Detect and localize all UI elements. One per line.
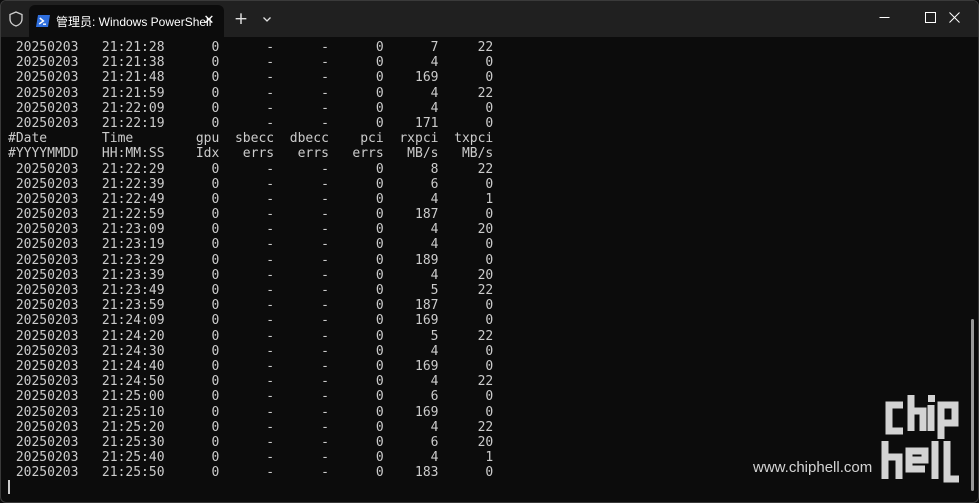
terminal-line: 20250203 21:22:39 0 - - 0 6 0 <box>8 176 494 192</box>
watermark: www.chiphell.com <box>753 387 969 495</box>
scrollbar-thumb[interactable] <box>971 319 974 491</box>
terminal-line: #YYYYMMDD HH:MM:SS Idx errs errs errs MB… <box>8 146 494 162</box>
terminal-line: 20250203 21:24:09 0 - - 0 169 0 <box>8 313 494 329</box>
terminal-line: 20250203 21:22:09 0 - - 0 4 0 <box>8 100 494 116</box>
chevron-down-icon[interactable] <box>259 11 275 27</box>
tab-powershell[interactable]: 管理员: Windows PowerShell ✕ <box>29 5 224 37</box>
terminal-line: 20250203 21:22:19 0 - - 0 171 0 <box>8 115 494 131</box>
terminal-line: 20250203 21:23:59 0 - - 0 187 0 <box>8 298 494 314</box>
shield-icon <box>9 11 23 27</box>
terminal-line: 20250203 21:24:40 0 - - 0 169 0 <box>8 358 494 374</box>
terminal-line: 20250203 21:23:19 0 - - 0 4 0 <box>8 237 494 253</box>
powershell-icon <box>36 15 50 27</box>
terminal-line: 20250203 21:25:10 0 - - 0 169 0 <box>8 404 494 420</box>
terminal-line: 20250203 21:21:38 0 - - 0 4 0 <box>8 55 494 71</box>
terminal-line: 20250203 21:24:20 0 - - 0 5 22 <box>8 328 494 344</box>
terminal-line: 20250203 21:25:30 0 - - 0 6 20 <box>8 434 494 450</box>
plus-icon[interactable]: + <box>232 10 250 28</box>
terminal-output[interactable]: 20250203 21:21:28 0 - - 0 7 22 20250203 … <box>8 40 493 496</box>
terminal-line: 20250203 21:23:39 0 - - 0 4 20 <box>8 267 494 283</box>
terminal-line: 20250203 21:22:29 0 - - 0 8 22 <box>8 161 494 177</box>
terminal-line: 20250203 21:25:00 0 - - 0 6 0 <box>8 389 494 405</box>
minimize-button[interactable] <box>862 1 908 33</box>
close-icon[interactable]: ✕ <box>201 13 217 29</box>
title-bar[interactable]: 管理员: Windows PowerShell ✕ + <box>1 1 978 37</box>
terminal-line: 20250203 21:22:59 0 - - 0 187 0 <box>8 207 494 223</box>
terminal-line: 20250203 21:24:50 0 - - 0 4 22 <box>8 374 494 390</box>
terminal-line: 20250203 21:23:29 0 - - 0 189 0 <box>8 252 494 268</box>
minimize-icon <box>879 17 890 18</box>
terminal-line: 20250203 21:21:48 0 - - 0 169 0 <box>8 70 494 86</box>
chiphell-logo-icon <box>881 395 959 483</box>
terminal-line: 20250203 21:24:30 0 - - 0 4 0 <box>8 343 494 359</box>
terminal-line: 20250203 21:23:49 0 - - 0 5 22 <box>8 283 494 298</box>
close-button[interactable] <box>932 1 978 33</box>
terminal-line: #Date Time gpu sbecc dbecc pci rxpci txp… <box>8 131 494 147</box>
text-cursor <box>8 480 10 495</box>
terminal-line: 20250203 21:21:59 0 - - 0 4 22 <box>8 85 494 101</box>
terminal-line: 20250203 21:25:20 0 - - 0 4 22 <box>8 419 494 435</box>
terminal-window: 管理员: Windows PowerShell ✕ + 20250203 21:… <box>0 0 979 503</box>
terminal-line: 20250203 21:22:49 0 - - 0 4 1 <box>8 191 494 207</box>
terminal-line: 20250203 21:25:50 0 - - 0 183 0 <box>8 465 494 481</box>
terminal-line: 20250203 21:25:40 0 - - 0 4 1 <box>8 450 494 466</box>
close-icon <box>949 12 960 23</box>
watermark-site: www.chiphell.com <box>753 459 873 476</box>
terminal-line: 20250203 21:21:28 0 - - 0 7 22 <box>8 40 494 55</box>
tab-title: 管理员: Windows PowerShell <box>56 15 212 29</box>
terminal-line: 20250203 21:23:09 0 - - 0 4 20 <box>8 222 494 238</box>
